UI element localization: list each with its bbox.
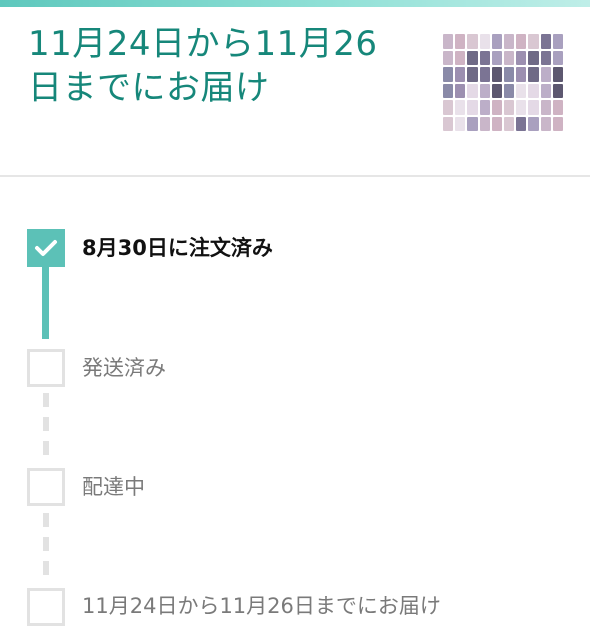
thumbnail-tile <box>503 100 515 115</box>
thumbnail-tile <box>540 50 551 65</box>
thumbnail-tile <box>516 116 527 131</box>
thumbnail-tile <box>503 116 515 131</box>
thumbnail-tile <box>540 83 551 98</box>
thumbnail-tile <box>516 67 527 82</box>
progress-line-dash <box>43 393 49 407</box>
shipment-progress-tracker: 8月30日に注文済み 発送済み 配達中 11月24日から11月26日までにお届け <box>0 177 590 635</box>
thumbnail-tile <box>516 100 527 115</box>
thumbnail-tile <box>443 50 454 65</box>
top-accent-bar <box>0 0 590 7</box>
thumbnail-tile <box>552 100 563 115</box>
step-ordered-label: 8月30日に注文済み <box>82 236 273 260</box>
thumbnail-tile <box>479 83 490 98</box>
thumbnail-tile <box>528 100 539 115</box>
thumbnail-tile <box>516 34 527 49</box>
thumbnail-tile <box>467 83 478 98</box>
thumbnail-tile <box>467 50 478 65</box>
thumbnail-tile <box>479 67 490 82</box>
thumbnail-tile <box>443 116 454 131</box>
step-out-for-delivery-checkbox <box>27 468 65 506</box>
thumbnail-tile <box>503 34 515 49</box>
thumbnail-tile <box>491 116 502 131</box>
thumbnail-tile <box>455 100 466 115</box>
thumbnail-tile <box>516 50 527 65</box>
progress-line-dash <box>43 561 49 575</box>
thumbnail-tile <box>479 50 490 65</box>
thumbnail-tile <box>552 34 563 49</box>
thumbnail-tile <box>479 116 490 131</box>
thumbnail-tile <box>467 100 478 115</box>
step-out-for-delivery-label: 配達中 <box>82 475 145 499</box>
step-ordered-checkbox-checked <box>27 229 65 267</box>
thumbnail-tile <box>552 50 563 65</box>
step-shipped-label: 発送済み <box>82 356 166 380</box>
thumbnail-tile <box>479 34 490 49</box>
thumbnail-tile <box>528 67 539 82</box>
checkmark-icon <box>35 240 57 256</box>
step-delivered-label: 11月24日から11月26日までにお届け <box>82 594 441 618</box>
progress-line-dash <box>43 441 49 455</box>
thumbnail-tile <box>455 67 466 82</box>
delivery-date-title: 11月24日から11月26日までにお届け <box>28 24 378 108</box>
thumbnail-tile <box>528 34 539 49</box>
thumbnail-tile <box>503 83 515 98</box>
thumbnail-tile <box>491 50 502 65</box>
thumbnail-tile <box>528 116 539 131</box>
thumbnail-tile <box>455 83 466 98</box>
thumbnail-tile <box>443 100 454 115</box>
thumbnail-tile <box>540 34 551 49</box>
thumbnail-tile <box>540 67 551 82</box>
thumbnail-tile <box>467 34 478 49</box>
thumbnail-tile <box>455 50 466 65</box>
thumbnail-tile <box>540 100 551 115</box>
progress-line-dash <box>43 513 49 527</box>
thumbnail-tile <box>491 83 502 98</box>
thumbnail-tile <box>443 83 454 98</box>
thumbnail-tile <box>528 83 539 98</box>
progress-line-completed <box>42 264 49 339</box>
progress-line-dash <box>43 537 49 551</box>
step-shipped-checkbox <box>27 349 65 387</box>
thumbnail-tile <box>552 67 563 82</box>
thumbnail-tile <box>443 67 454 82</box>
thumbnail-tile <box>540 116 551 131</box>
thumbnail-tile <box>503 50 515 65</box>
thumbnail-tile <box>528 50 539 65</box>
delivery-header: 11月24日から11月26日までにお届け <box>0 7 590 175</box>
thumbnail-tile <box>467 67 478 82</box>
thumbnail-tile <box>479 100 490 115</box>
thumbnail-tile <box>491 67 502 82</box>
thumbnail-tile <box>491 100 502 115</box>
thumbnail-tile <box>443 34 454 49</box>
thumbnail-tile <box>552 83 563 98</box>
thumbnail-tile <box>467 116 478 131</box>
progress-line-dash <box>43 417 49 431</box>
thumbnail-tile <box>491 34 502 49</box>
product-thumbnail-image[interactable] <box>443 34 563 131</box>
thumbnail-tile <box>552 116 563 131</box>
step-delivered-checkbox <box>27 588 65 626</box>
thumbnail-tile <box>516 83 527 98</box>
thumbnail-tile <box>455 34 466 49</box>
thumbnail-tile <box>503 67 515 82</box>
thumbnail-tile <box>455 116 466 131</box>
